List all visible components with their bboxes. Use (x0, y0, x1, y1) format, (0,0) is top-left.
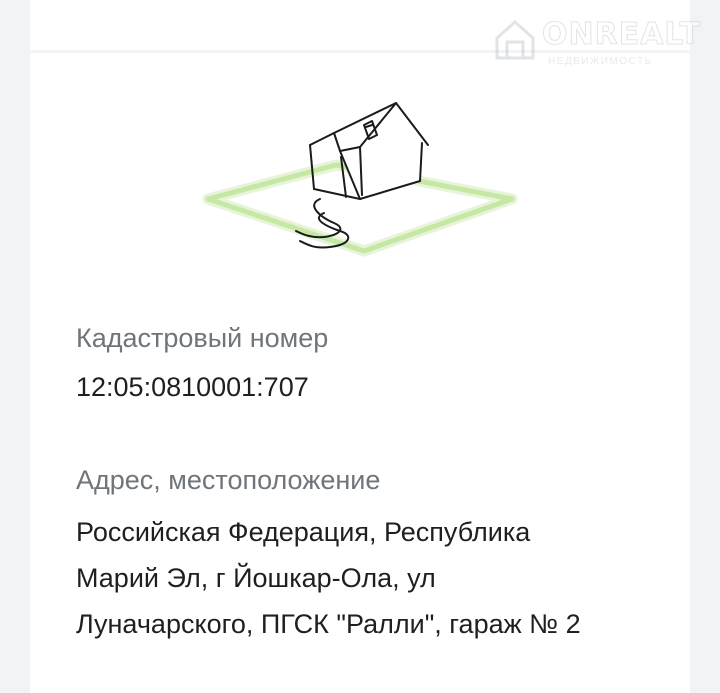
address-line-1: Российская Федерация, Республика (76, 517, 531, 547)
watermark-brand: ONREALT (541, 17, 702, 52)
address-line-3: Луначарского, ПГСК "Ралли", гараж № 2 (76, 609, 581, 639)
house-on-land-plot-icon (202, 102, 518, 257)
house-logo-icon (495, 19, 535, 60)
address-line-2: Марий Эл, г Йошкар-Ола, ул (76, 563, 436, 593)
onrealt-watermark: ONREALT НЕДВИЖИМОСТЬ (492, 14, 712, 74)
address-label: Адрес, местоположение (76, 465, 381, 495)
cadastral-number-value: 12:05:0810001:707 (76, 372, 309, 402)
cadastral-number-label: Кадастровый номер (76, 323, 329, 353)
watermark-tagline: НЕДВИЖИМОСТЬ (548, 56, 653, 67)
